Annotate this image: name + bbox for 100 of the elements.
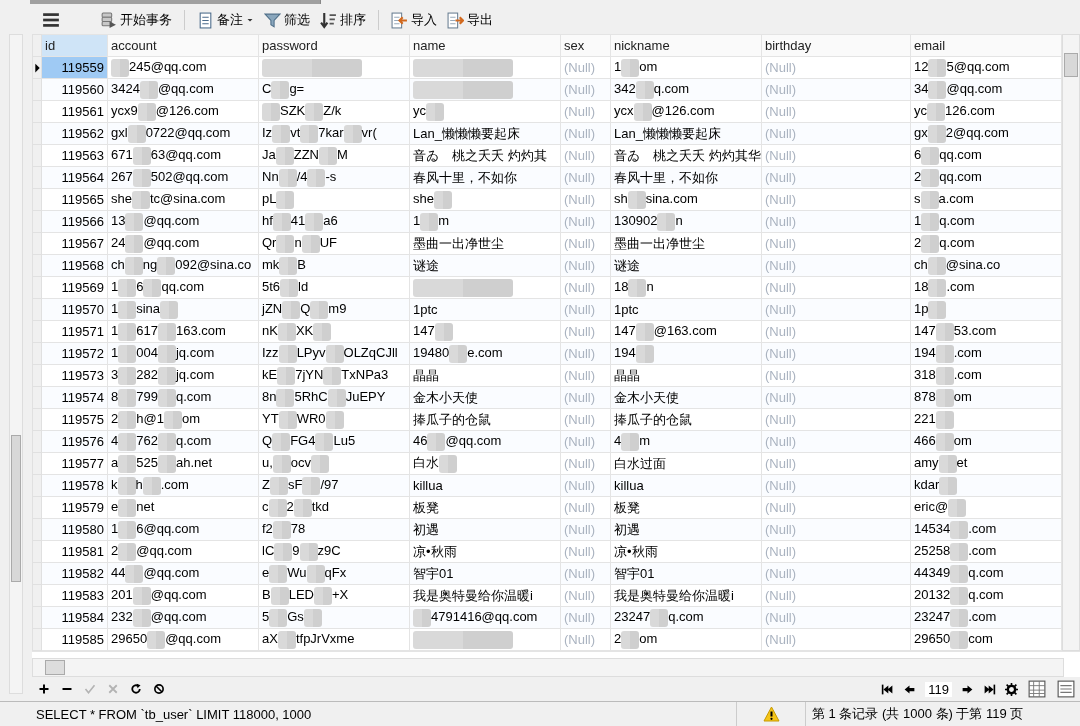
redaction-mark xyxy=(147,630,166,649)
cell-text: 53.com xyxy=(953,322,997,338)
cell-text: (Null) xyxy=(564,434,596,449)
redaction-mark xyxy=(276,388,295,407)
cell-text: (Null) xyxy=(765,170,797,185)
redaction-mark xyxy=(137,102,156,121)
cell-text: LED xyxy=(288,586,314,602)
toolbar-button[interactable]: 筛选 xyxy=(262,9,312,31)
redaction-mark xyxy=(343,124,362,143)
cell-text: (Null) xyxy=(564,544,596,559)
cell-text: Izz xyxy=(262,344,279,360)
table-cell: 119563 xyxy=(41,144,108,167)
redaction-mark xyxy=(270,586,289,605)
cell-text: ld xyxy=(298,278,309,294)
redaction-mark xyxy=(307,168,326,187)
cell-text: (Null) xyxy=(564,170,596,185)
cell-text: f2 xyxy=(262,520,273,536)
column-header[interactable]: nickname xyxy=(610,34,762,57)
cell-text: 63@qq.com xyxy=(150,146,221,162)
cell-text: 谜途 xyxy=(413,257,439,273)
cell-text: 44349 xyxy=(914,564,951,580)
cell-text: (Null) xyxy=(564,148,596,163)
cell-text: 8 xyxy=(111,388,119,404)
toolbar-button[interactable]: 导出 xyxy=(445,9,495,31)
cell-text: 147 xyxy=(914,322,936,338)
redaction-mark xyxy=(635,344,654,363)
redaction-mark xyxy=(157,366,176,385)
column-header[interactable]: id xyxy=(41,34,108,57)
last-page-icon[interactable] xyxy=(983,682,996,696)
cell-text: om xyxy=(953,388,972,404)
toolbar-button[interactable]: 导入 xyxy=(389,9,439,31)
cell-text: a.com xyxy=(938,190,974,206)
grid-view-icon[interactable] xyxy=(1027,680,1047,698)
redaction-mark xyxy=(927,102,945,121)
redaction-mark xyxy=(325,344,344,363)
refresh-icon[interactable] xyxy=(130,683,142,695)
redaction-mark xyxy=(621,432,640,451)
cell-text: .com xyxy=(968,520,997,536)
cell-text: 092@sina.co xyxy=(175,256,252,272)
cell-text: (Null) xyxy=(765,104,797,119)
cell-text: 20132 xyxy=(914,586,951,602)
cell-text: 18 xyxy=(914,278,929,294)
toolbar-button[interactable]: 排序 xyxy=(318,9,368,31)
cell-text: (Null) xyxy=(765,412,797,427)
previous-page-icon[interactable] xyxy=(903,682,917,696)
cell-text: .com xyxy=(953,344,982,360)
column-header[interactable]: password xyxy=(258,34,410,57)
row-pointer-icon xyxy=(33,62,41,73)
table-cell: 119575 xyxy=(41,408,108,431)
cell-text: /97 xyxy=(320,476,339,492)
cell-text: qq.com xyxy=(939,168,982,184)
horizontal-scrollbar[interactable] xyxy=(32,658,1064,677)
redaction-mark xyxy=(268,498,287,517)
stop-icon[interactable] xyxy=(153,683,165,695)
form-view-icon[interactable] xyxy=(1056,680,1076,698)
toolbar-button[interactable]: 备注 xyxy=(195,9,256,31)
column-header[interactable]: account xyxy=(107,34,259,57)
redaction-mark xyxy=(313,586,332,605)
cell-text: 初遇 xyxy=(413,521,439,537)
cell-text: she xyxy=(111,190,132,206)
first-page-icon[interactable] xyxy=(881,682,895,696)
cell-text: 1p xyxy=(914,300,929,316)
redaction-mark xyxy=(118,366,137,385)
redaction-mark xyxy=(118,322,137,341)
cell-text: 2 xyxy=(914,168,922,184)
cell-text: .com xyxy=(160,476,189,492)
plus-icon[interactable] xyxy=(38,683,50,695)
cell-text: (Null) xyxy=(564,346,596,361)
cell-text: om xyxy=(953,432,972,448)
cell-text: (Null) xyxy=(765,60,797,75)
column-header[interactable]: sex xyxy=(560,34,611,57)
cell-text: aX xyxy=(262,630,278,646)
scrollbar[interactable] xyxy=(9,34,23,694)
cell-text: h xyxy=(135,476,143,492)
page-number-field[interactable]: 119 xyxy=(925,681,952,697)
scrollbar[interactable] xyxy=(1062,34,1080,651)
redaction-mark xyxy=(125,212,144,231)
cell-text: 9 xyxy=(292,542,300,558)
cell-text: q.com xyxy=(968,586,1004,602)
cell-text: (Null) xyxy=(564,390,596,405)
toolbar-button[interactable]: 开始事务 xyxy=(98,9,174,31)
redaction-mark xyxy=(305,102,324,121)
column-header[interactable]: name xyxy=(409,34,561,57)
redaction-mark xyxy=(434,322,453,341)
menu-icon[interactable] xyxy=(42,11,60,29)
cell-text: 29650 xyxy=(914,630,951,646)
redaction-mark xyxy=(306,564,325,583)
cell-text: Q xyxy=(300,300,311,316)
cell-text: @qq.com xyxy=(150,586,207,602)
settings-icon[interactable] xyxy=(1005,682,1018,696)
redaction-mark xyxy=(327,388,346,407)
cell-text: Qr xyxy=(262,234,277,250)
column-header[interactable]: email xyxy=(910,34,1062,57)
cell-text: ah.net xyxy=(175,454,213,470)
cell-text: (Null) xyxy=(564,478,596,493)
column-header[interactable]: birthday xyxy=(761,34,911,57)
cell-text: h@1 xyxy=(136,410,164,426)
cell-text: Z/k xyxy=(323,102,342,118)
cell-text: 23247 xyxy=(614,608,651,624)
redaction-mark xyxy=(927,124,946,143)
